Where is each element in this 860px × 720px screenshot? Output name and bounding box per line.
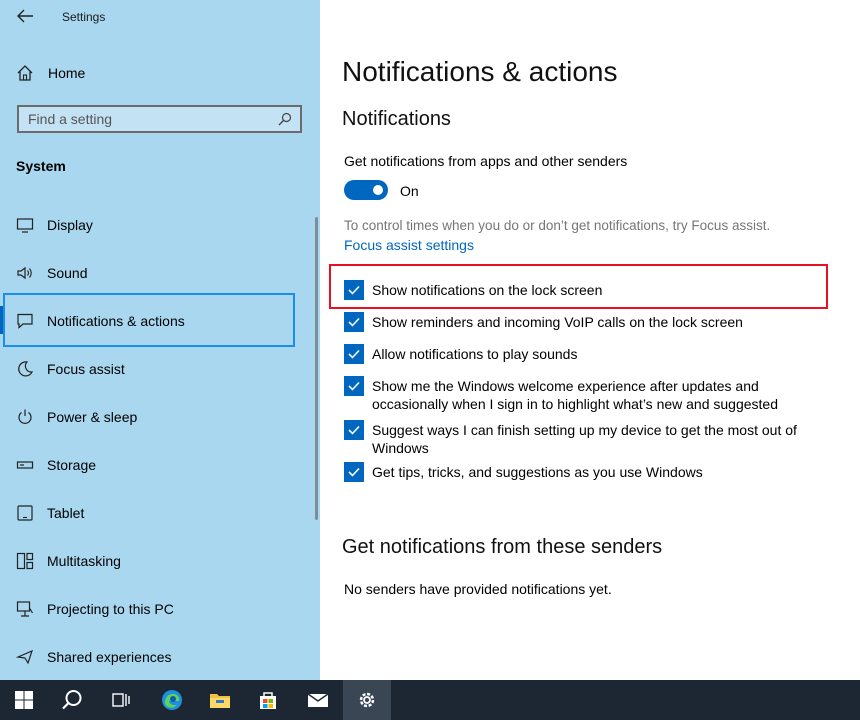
- task-view-icon: [112, 693, 130, 707]
- search-icon: [278, 112, 292, 126]
- sidebar-item-label: Projecting to this PC: [47, 601, 174, 617]
- checkmark-icon: [348, 467, 360, 477]
- checkbox-suggest-setup[interactable]: Suggest ways I can finish setting up my …: [344, 420, 804, 457]
- back-arrow-icon: [17, 9, 33, 23]
- page-title: Notifications & actions: [342, 56, 618, 87]
- checkbox-tips-tricks[interactable]: Get tips, tricks, and suggestions as you…: [344, 462, 804, 482]
- toggle-knob: [373, 185, 383, 195]
- task-view-button[interactable]: [96, 680, 144, 720]
- sidebar-item-projecting[interactable]: Projecting to this PC: [0, 586, 318, 632]
- sidebar-item-tablet[interactable]: Tablet: [0, 490, 318, 536]
- checkbox[interactable]: [344, 420, 364, 440]
- sidebar-item-label: Focus assist: [47, 361, 125, 377]
- checkbox-label: Show me the Windows welcome experience a…: [372, 378, 778, 412]
- project-icon: [16, 600, 34, 618]
- checkbox[interactable]: [344, 376, 364, 396]
- file-explorer-button[interactable]: [196, 680, 244, 720]
- search-icon: [62, 690, 82, 710]
- edge-button[interactable]: [148, 680, 196, 720]
- sidebar-item-shared-experiences[interactable]: Shared experiences: [0, 634, 318, 680]
- focus-assist-hint: To control times when you do or don’t ge…: [344, 218, 771, 233]
- checkbox-label: Suggest ways I can finish setting up my …: [372, 422, 797, 456]
- sidebar-item-label: Power & sleep: [47, 409, 138, 425]
- checkbox[interactable]: [344, 344, 364, 364]
- title-bar: Settings: [0, 0, 320, 34]
- checkmark-icon: [348, 349, 360, 359]
- selection-highlight-box: [3, 293, 295, 347]
- senders-heading: Get notifications from these senders: [342, 536, 663, 558]
- toggle-state-label: On: [400, 183, 419, 199]
- start-icon: [15, 691, 33, 709]
- edge-icon: [162, 690, 182, 710]
- file-explorer-icon: [210, 694, 230, 708]
- section-title: Notifications: [342, 108, 451, 130]
- sidebar-item-power-sleep[interactable]: Power & sleep: [0, 394, 318, 440]
- notifications-toggle[interactable]: [344, 180, 388, 200]
- sidebar-item-label: Multitasking: [47, 553, 121, 569]
- checkbox-label: Allow notifications to play sounds: [372, 346, 578, 362]
- sidebar-scrollbar[interactable]: [315, 217, 318, 520]
- notifications-toggle-label: Get notifications from apps and other se…: [344, 153, 628, 169]
- checkbox[interactable]: [344, 462, 364, 482]
- settings-icon: [359, 692, 375, 708]
- store-icon: [260, 692, 276, 709]
- focus-assist-link[interactable]: Focus assist settings: [344, 237, 474, 253]
- checkbox-reminders-voip[interactable]: Show reminders and incoming VoIP calls o…: [344, 312, 804, 332]
- sidebar-item-label: Storage: [47, 457, 97, 473]
- back-button[interactable]: [14, 6, 36, 26]
- home-button[interactable]: Home: [16, 60, 306, 86]
- checkmark-icon: [348, 425, 360, 435]
- mail-button[interactable]: [294, 680, 342, 720]
- moon-icon: [16, 360, 34, 378]
- main-content: Notifications & actions Notifications Ge…: [320, 0, 860, 680]
- sidebar-item-label: Shared experiences: [47, 649, 172, 665]
- speaker-icon: [16, 264, 34, 282]
- checkbox-label: Get tips, tricks, and suggestions as you…: [372, 464, 703, 480]
- search-placeholder: Find a setting: [28, 111, 113, 127]
- sidebar-item-storage[interactable]: Storage: [0, 442, 318, 488]
- share-icon: [16, 648, 34, 666]
- search-input[interactable]: Find a setting: [17, 105, 302, 133]
- sidebar-item-sound[interactable]: Sound: [0, 250, 318, 296]
- mail-icon: [307, 693, 329, 707]
- monitor-icon: [16, 216, 34, 234]
- sidebar-item-label: Sound: [47, 265, 88, 281]
- sidebar: Settings Home Find a setting System Disp…: [0, 0, 320, 680]
- sidebar-item-label: Tablet: [47, 505, 85, 521]
- section-heading: System: [16, 158, 66, 174]
- app-title: Settings: [62, 10, 106, 24]
- taskbar-search-button[interactable]: [48, 680, 96, 720]
- sidebar-item-multitasking[interactable]: Multitasking: [0, 538, 318, 584]
- tablet-icon: [16, 504, 34, 522]
- multitask-icon: [16, 552, 34, 570]
- checkmark-icon: [348, 381, 360, 391]
- checkmark-icon: [348, 317, 360, 327]
- sidebar-item-display[interactable]: Display: [0, 202, 318, 248]
- home-label: Home: [48, 65, 86, 81]
- drive-icon: [16, 456, 34, 474]
- power-icon: [16, 408, 34, 426]
- taskbar: [0, 680, 860, 720]
- checkbox[interactable]: [344, 312, 364, 332]
- home-icon: [17, 65, 33, 81]
- settings-taskbar-button[interactable]: [343, 680, 391, 720]
- senders-empty-text: No senders have provided notifications y…: [344, 581, 612, 597]
- store-button[interactable]: [244, 680, 292, 720]
- start-button[interactable]: [0, 680, 48, 720]
- sidebar-item-label: Display: [47, 217, 93, 233]
- sidebar-item-focus-assist[interactable]: Focus assist: [0, 346, 318, 392]
- checkbox-welcome-experience[interactable]: Show me the Windows welcome experience a…: [344, 376, 804, 413]
- checkbox-play-sounds[interactable]: Allow notifications to play sounds: [344, 344, 804, 364]
- checkbox-label: Show reminders and incoming VoIP calls o…: [372, 314, 743, 330]
- annotation-highlight-box: [329, 264, 828, 309]
